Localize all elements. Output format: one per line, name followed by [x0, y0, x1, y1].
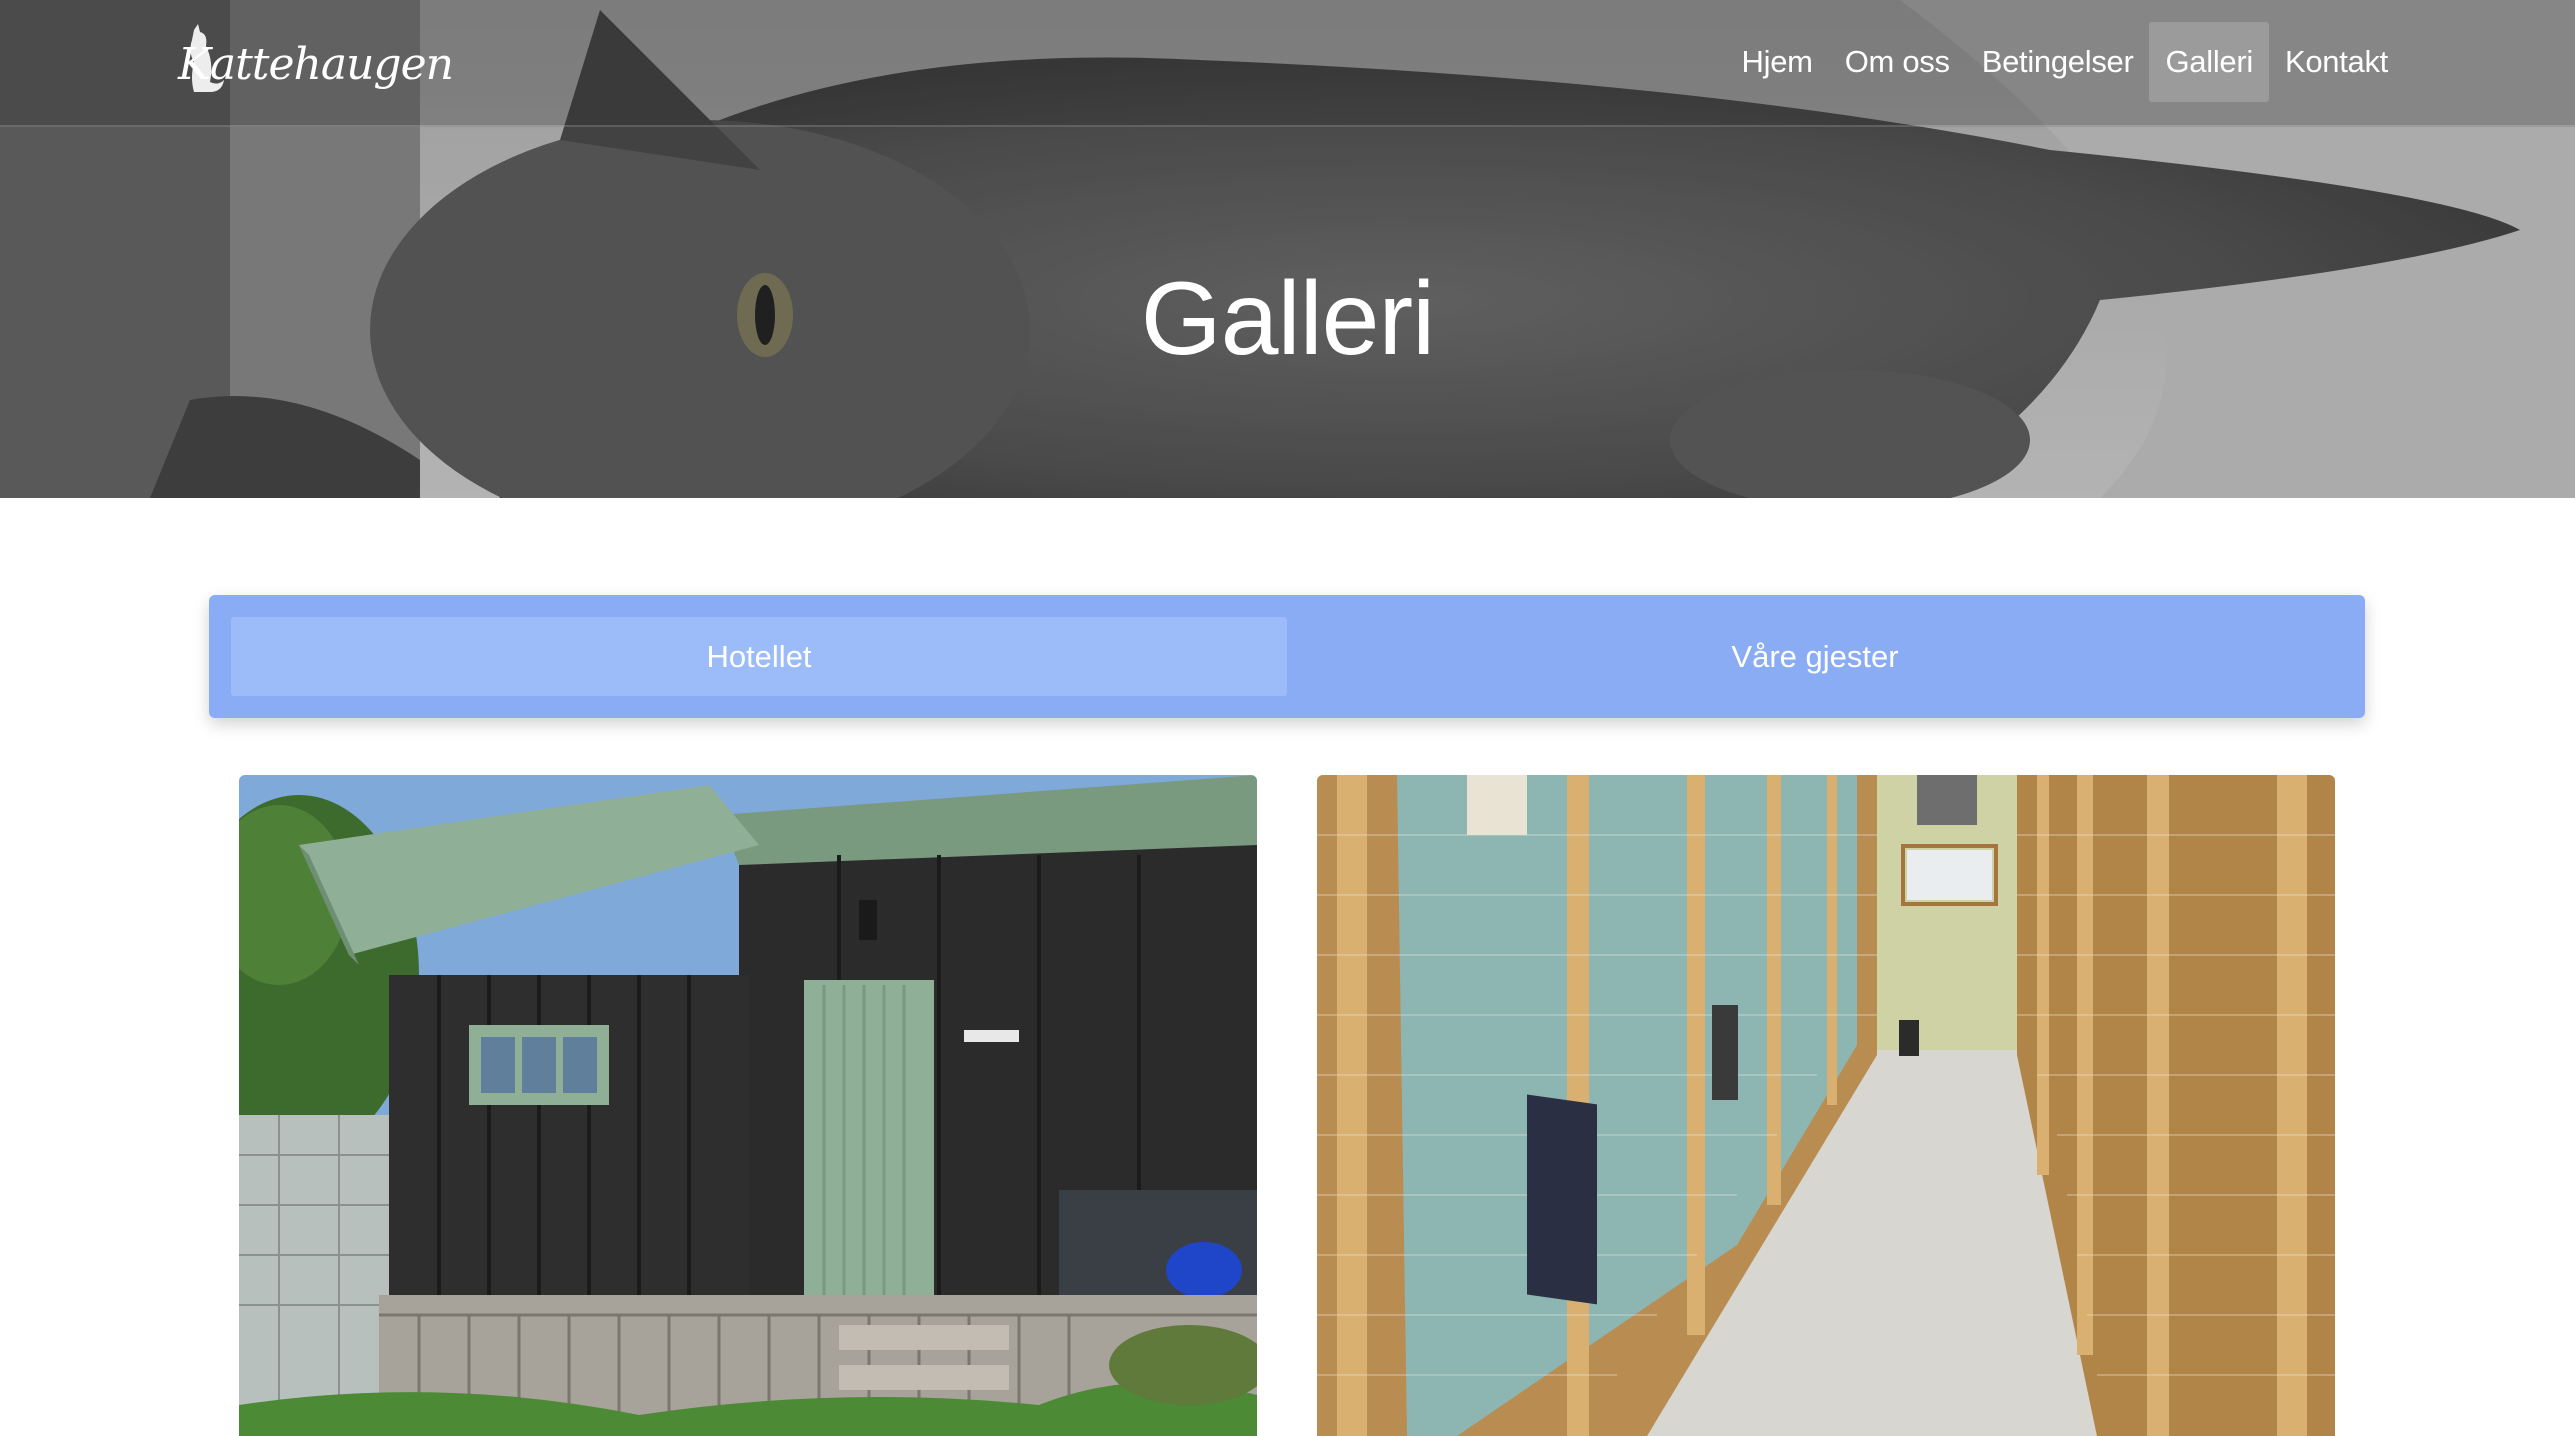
nav-item-betingelser[interactable]: Betingelser: [1966, 22, 2150, 102]
tab-hotellet[interactable]: Hotellet: [231, 617, 1287, 696]
gallery-image-interior[interactable]: [1317, 775, 2335, 1436]
gallery-image-exterior[interactable]: [239, 775, 1257, 1436]
cat-silhouette-icon: [190, 24, 224, 92]
site-logo[interactable]: Kattehaugen: [178, 22, 454, 106]
hero-banner: Kattehaugen Hjem Om oss Betingelser Gall…: [0, 0, 2575, 498]
nav-item-kontakt[interactable]: Kontakt: [2269, 22, 2404, 102]
top-navbar: Kattehaugen Hjem Om oss Betingelser Gall…: [0, 0, 2575, 127]
exterior-building-photo: [239, 775, 1257, 1436]
main-nav: Hjem Om oss Betingelser Galleri Kontakt: [1726, 22, 2404, 102]
tab-vare-gjester[interactable]: Våre gjester: [1287, 617, 2343, 696]
nav-item-hjem[interactable]: Hjem: [1726, 22, 1829, 102]
nav-item-om-oss[interactable]: Om oss: [1829, 22, 1966, 102]
page-title: Galleri: [1140, 260, 1436, 377]
gallery-tabs: Hotellet Våre gjester: [209, 595, 2365, 718]
interior-corridor-photo: [1317, 775, 2335, 1436]
nav-item-galleri[interactable]: Galleri: [2149, 22, 2269, 102]
